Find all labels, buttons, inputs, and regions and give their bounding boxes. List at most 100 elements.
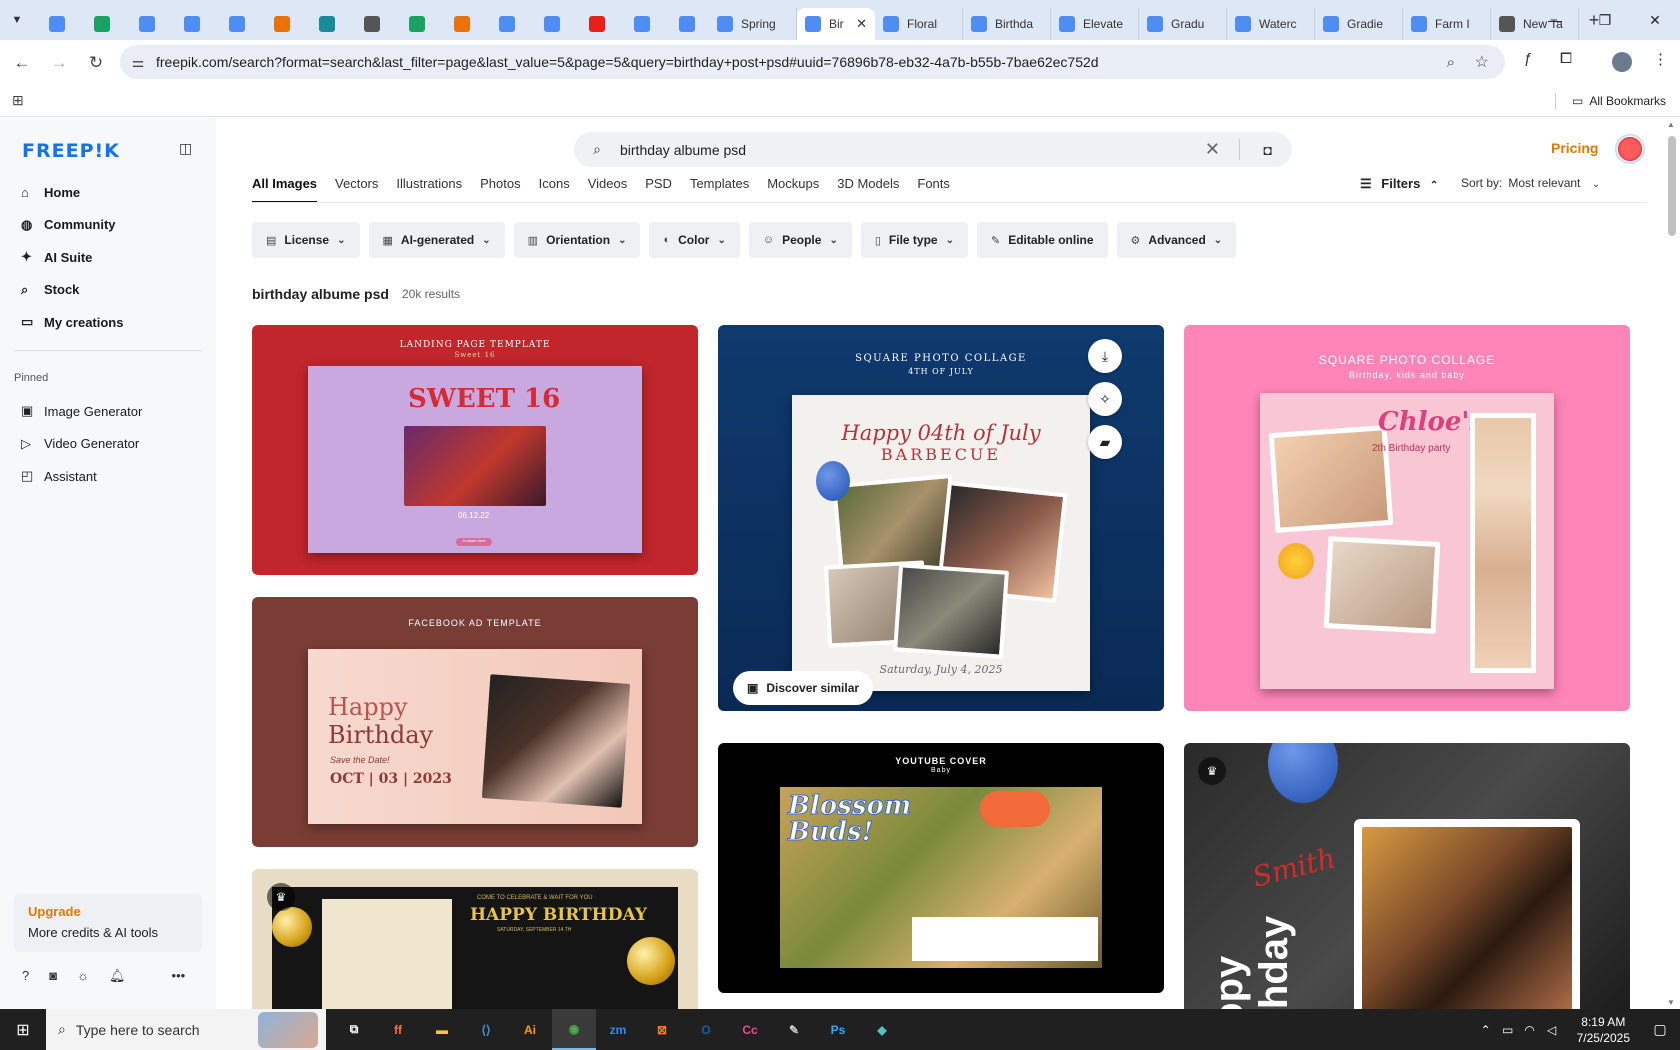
all-bookmarks-button[interactable]: ▭ All Bookmarks bbox=[1554, 92, 1666, 109]
pinned-tab[interactable] bbox=[304, 8, 349, 40]
browser-tab[interactable]: Waterc bbox=[1227, 8, 1315, 40]
filter-ai-generated[interactable]: ▦ AI-generated ⌄ bbox=[368, 222, 505, 258]
save-to-collection-icon[interactable]: ▰ bbox=[1088, 425, 1122, 459]
tab-mockups[interactable]: Mockups bbox=[767, 176, 819, 203]
filters-toggle[interactable]: ☰ Filters ⌃ bbox=[1360, 176, 1438, 192]
xampp-icon[interactable]: ⊠ bbox=[640, 1009, 684, 1050]
task-view-icon[interactable]: ⧉ bbox=[332, 1009, 376, 1050]
notification-center-icon[interactable]: ▢ bbox=[1640, 1021, 1680, 1038]
search-bar[interactable]: ⌕ birthday albume psd ✕ ◘ bbox=[574, 132, 1292, 167]
pinned-tab[interactable] bbox=[124, 8, 169, 40]
start-button[interactable]: ⊞ bbox=[0, 1009, 46, 1050]
scroll-up-icon[interactable]: ▲ bbox=[1667, 120, 1675, 129]
page-scrollbar[interactable]: ▲ ▼ bbox=[1664, 118, 1680, 1009]
result-card-youtube-cover[interactable]: YOUTUBE COVER Baby Blossom Buds! bbox=[718, 743, 1164, 993]
filter-license[interactable]: ▤ License ⌄ bbox=[252, 222, 360, 258]
filter-editable-online[interactable]: ✎ Editable online bbox=[976, 222, 1108, 258]
site-info-icon[interactable]: ⚌ bbox=[120, 54, 156, 71]
reload-button[interactable]: ↻ bbox=[81, 53, 111, 73]
zoom-icon[interactable]: ⌕ bbox=[1447, 54, 1455, 71]
tab-templates[interactable]: Templates bbox=[690, 176, 749, 203]
tab-3d-models[interactable]: 3D Models bbox=[837, 176, 899, 203]
tab-icons[interactable]: Icons bbox=[539, 176, 570, 203]
sidebar-item-video-generator[interactable]: ▷ Video Generator bbox=[14, 429, 204, 459]
pinned-tab[interactable] bbox=[574, 8, 619, 40]
pinned-tab[interactable] bbox=[439, 8, 484, 40]
sidebar-item-stock[interactable]: ⌕ Stock bbox=[14, 275, 204, 305]
theme-icon[interactable]: ☼ bbox=[77, 968, 89, 984]
creative-cloud-icon[interactable]: Cc bbox=[728, 1009, 772, 1050]
vscode-icon[interactable]: ⟨⟩ bbox=[464, 1009, 508, 1050]
taskbar-search[interactable]: ⌕ Type here to search bbox=[46, 1009, 326, 1050]
ai-edit-icon[interactable]: ✧ bbox=[1088, 382, 1122, 416]
freepik-logo[interactable]: FREEP!K bbox=[22, 140, 120, 162]
app-icon[interactable]: ◆ bbox=[860, 1009, 904, 1050]
url-text[interactable]: freepik.com/search?format=search&last_fi… bbox=[156, 54, 1099, 70]
minimize-button[interactable]: — bbox=[1530, 0, 1580, 40]
browser-tab[interactable]: Gradu bbox=[1139, 8, 1227, 40]
outlook-icon[interactable]: O bbox=[684, 1009, 728, 1050]
scrollbar-thumb[interactable] bbox=[1668, 136, 1676, 236]
volume-icon[interactable]: ◁ bbox=[1541, 1023, 1563, 1037]
browser-tab[interactable]: Bir ✕ bbox=[797, 8, 875, 40]
clock[interactable]: 8:19 AM 7/25/2025 bbox=[1577, 1014, 1630, 1046]
firefox-icon[interactable]: ff bbox=[376, 1009, 420, 1050]
browser-menu-icon[interactable]: ⋮ bbox=[1653, 50, 1668, 68]
sidebar-item-my-creations[interactable]: ▭ My creations bbox=[14, 307, 204, 337]
clear-search-icon[interactable]: ✕ bbox=[1205, 139, 1220, 160]
chrome-icon[interactable]: ◉ bbox=[552, 1009, 596, 1050]
tab-videos[interactable]: Videos bbox=[588, 176, 628, 203]
pinned-tab[interactable] bbox=[394, 8, 439, 40]
close-window-button[interactable]: ✕ bbox=[1630, 0, 1680, 40]
filter-advanced[interactable]: ⚙ Advanced ⌄ bbox=[1116, 222, 1237, 258]
profile-avatar[interactable] bbox=[1612, 52, 1632, 72]
pinned-tab[interactable] bbox=[619, 8, 664, 40]
search-input[interactable]: birthday albume psd bbox=[620, 142, 746, 158]
extensions-puzzle-icon[interactable]: ⧠ bbox=[1560, 50, 1572, 67]
camera-search-icon[interactable]: ◘ bbox=[1264, 142, 1272, 158]
notifications-icon[interactable]: 🔔︎ bbox=[109, 968, 126, 984]
result-card-4th-july[interactable]: SQUARE PHOTO COLLAGE 4TH OF JULY Happy 0… bbox=[718, 325, 1164, 711]
filter-orientation[interactable]: ▥ Orientation ⌄ bbox=[513, 222, 641, 258]
result-card-gold-birthday[interactable]: COME TO CELEBRATE & WAIT FOR YOU HAPPY B… bbox=[252, 869, 698, 1009]
restore-button[interactable]: ❐ bbox=[1580, 0, 1630, 40]
sidebar-item-image-generator[interactable]: ▣ Image Generator bbox=[14, 396, 204, 426]
pinned-tab[interactable] bbox=[79, 8, 124, 40]
result-card-chloe-collage[interactable]: SQUARE PHOTO COLLAGE Birthday, kids and … bbox=[1184, 325, 1630, 711]
sort-dropdown[interactable]: Sort by: Most relevant ⌄ bbox=[1461, 176, 1600, 190]
bookmark-star-icon[interactable]: ☆ bbox=[1475, 52, 1489, 72]
tab-psd[interactable]: PSD bbox=[645, 176, 672, 203]
sidebar-item-community[interactable]: ◍ Community bbox=[14, 210, 204, 240]
tab-photos[interactable]: Photos bbox=[480, 176, 520, 203]
tab-search-button[interactable]: ▼ bbox=[0, 6, 34, 34]
browser-tab[interactable]: Elevate bbox=[1051, 8, 1139, 40]
discord-icon[interactable]: ◙ bbox=[49, 968, 57, 984]
tab-fonts[interactable]: Fonts bbox=[917, 176, 950, 203]
filter-people[interactable]: ☺ People ⌄ bbox=[748, 222, 852, 258]
show-hidden-icons[interactable]: ⌃ bbox=[1475, 1023, 1497, 1037]
back-button[interactable]: ← bbox=[7, 53, 37, 73]
filter-color[interactable]: ◐ Color ⌄ bbox=[649, 222, 740, 258]
result-card-kids-birthday[interactable]: Smith Happy Birthday ♛ bbox=[1184, 743, 1630, 1009]
pinned-tab[interactable] bbox=[349, 8, 394, 40]
pinned-tab[interactable] bbox=[529, 8, 574, 40]
user-avatar[interactable] bbox=[1615, 134, 1645, 164]
pinned-tab[interactable] bbox=[34, 8, 79, 40]
discover-similar-button[interactable]: ▣ Discover similar bbox=[733, 671, 874, 705]
pinned-tab[interactable] bbox=[664, 8, 709, 40]
browser-tab[interactable]: Farm I bbox=[1403, 8, 1491, 40]
pinned-tab[interactable] bbox=[214, 8, 259, 40]
address-bar[interactable]: ⚌ freepik.com/search?format=search&last_… bbox=[120, 45, 1505, 79]
browser-tab[interactable]: Birthda bbox=[963, 8, 1051, 40]
filter-file-type[interactable]: ▯ File type ⌄ bbox=[860, 222, 968, 258]
wifi-icon[interactable]: ◠ bbox=[1519, 1023, 1541, 1037]
tab-vectors[interactable]: Vectors bbox=[335, 176, 378, 203]
more-icon[interactable]: ••• bbox=[172, 968, 186, 984]
help-icon[interactable]: ? bbox=[22, 968, 29, 984]
result-card-facebook-ad[interactable]: FACEBOOK AD TEMPLATE Happy Birthday Save… bbox=[252, 597, 698, 847]
scroll-down-icon[interactable]: ▼ bbox=[1667, 998, 1675, 1007]
network-icon[interactable]: ▭ bbox=[1497, 1023, 1519, 1037]
upgrade-card[interactable]: Upgrade More credits & AI tools bbox=[14, 894, 202, 952]
browser-tab[interactable]: Gradie bbox=[1315, 8, 1403, 40]
pinned-tab[interactable] bbox=[484, 8, 529, 40]
